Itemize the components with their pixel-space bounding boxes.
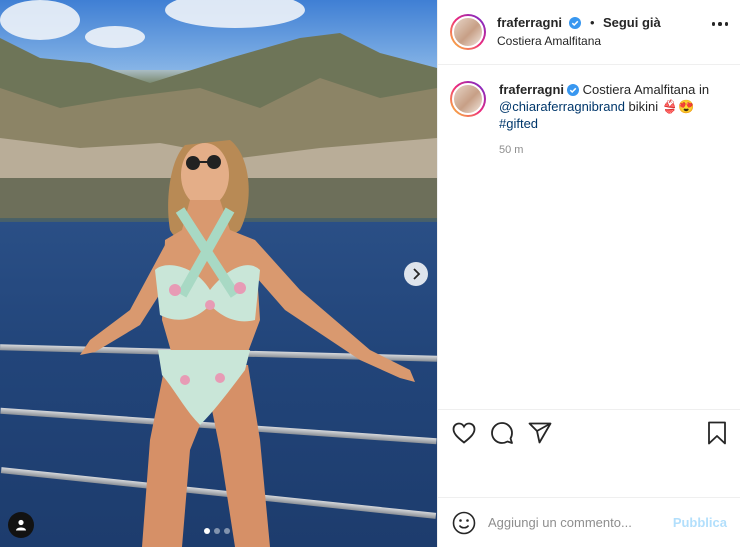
paper-plane-icon [528, 422, 552, 443]
header-separator: • [589, 15, 595, 30]
emoji-button[interactable] [452, 511, 476, 535]
user-tag-icon [16, 519, 26, 531]
caption-area: fraferragni Costiera Amalfitana in @chia… [438, 65, 740, 409]
comment-button[interactable] [490, 421, 514, 445]
post-location[interactable]: Costiera Amalfitana [497, 32, 661, 50]
caption-text: fraferragni Costiera Amalfitana in @chia… [499, 81, 727, 132]
chevron-right-icon [413, 268, 421, 280]
post-actions [438, 409, 740, 455]
add-comment-row: Pubblica [438, 497, 740, 547]
following-button[interactable]: Segui già [603, 15, 661, 30]
caption-timestamp[interactable]: 50 m [450, 144, 729, 156]
carousel-dot [224, 528, 230, 534]
post-photo[interactable] [0, 0, 437, 547]
tagged-users-button[interactable] [8, 512, 34, 538]
smiley-icon [452, 511, 476, 534]
like-button[interactable] [452, 422, 476, 444]
header-username[interactable]: fraferragni [497, 15, 562, 30]
publish-button[interactable]: Pubblica [673, 515, 727, 530]
bookmark-icon [708, 421, 726, 444]
caption: fraferragni Costiera Amalfitana in @chia… [450, 81, 729, 132]
heart-icon [452, 422, 476, 444]
more-options-icon[interactable] [711, 22, 728, 26]
carousel-dot [204, 528, 210, 534]
avatar[interactable] [450, 81, 486, 117]
next-slide-button[interactable] [404, 262, 428, 286]
caption-body: Costiera Amalfitana in [579, 82, 710, 97]
caption-hashtag[interactable]: #gifted [499, 116, 538, 131]
comment-input[interactable] [488, 515, 673, 530]
save-button[interactable] [707, 421, 727, 445]
photo-person [80, 140, 415, 547]
caption-mention[interactable]: @chiaraferragnibrand [499, 99, 625, 114]
verified-badge-icon [567, 84, 580, 96]
carousel-dot [214, 528, 220, 534]
comment-bubble-icon [491, 421, 513, 444]
post-side-panel: fraferragni • Segui già Costiera Amalfit… [437, 0, 740, 547]
caption-body-end: bikini 👙😍 [624, 99, 695, 114]
share-button[interactable] [528, 422, 552, 444]
avatar[interactable] [450, 14, 486, 50]
caption-username[interactable]: fraferragni [499, 82, 564, 97]
verified-badge-icon [569, 17, 582, 29]
post-header: fraferragni • Segui già Costiera Amalfit… [438, 0, 740, 65]
carousel-indicator [204, 528, 230, 534]
